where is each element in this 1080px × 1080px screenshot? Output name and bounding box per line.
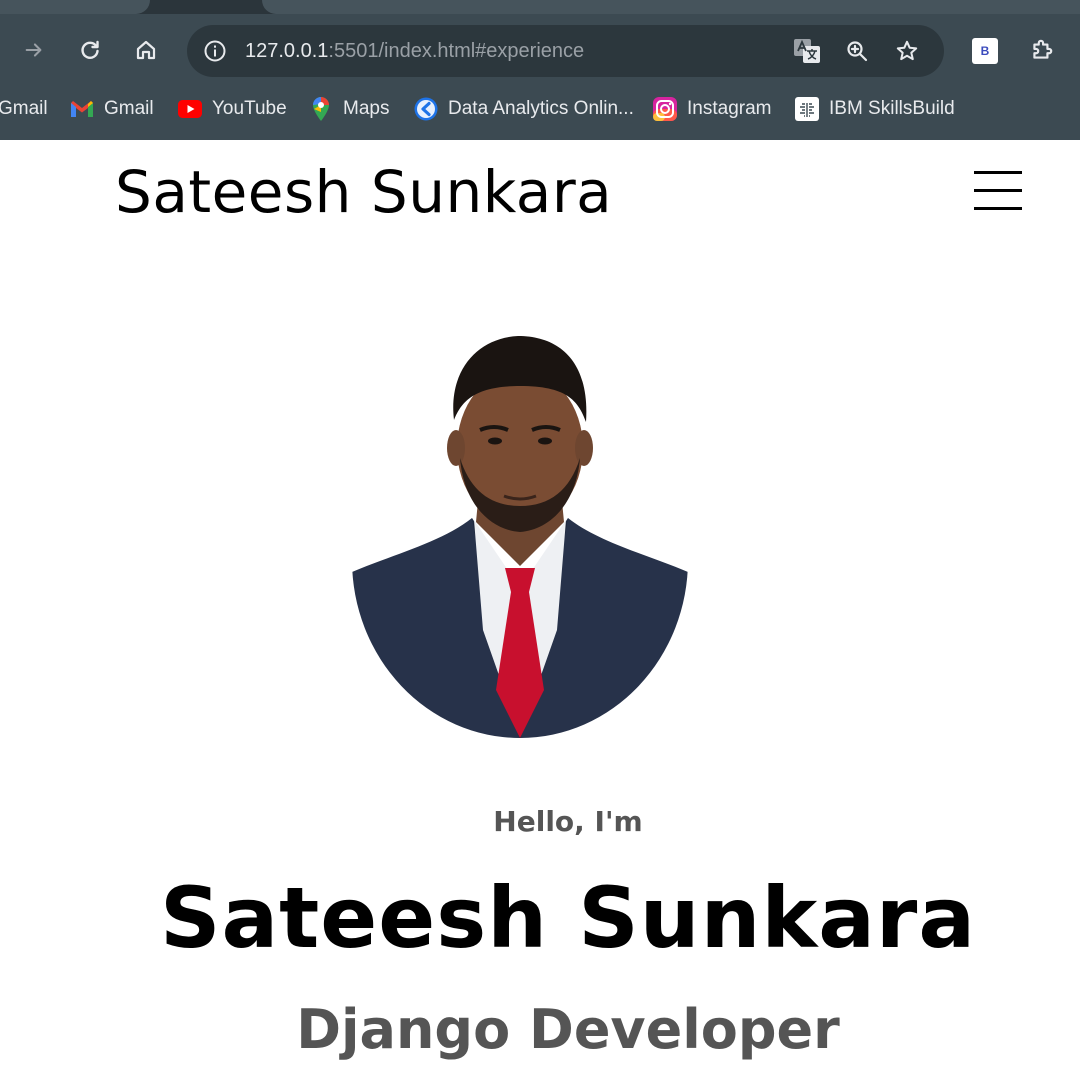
hamburger-menu-button[interactable] (974, 171, 1022, 211)
bookmark-label: Instagram (687, 98, 772, 119)
bookmark-label: Data Analytics Onlin... (448, 98, 634, 119)
bookmark-gmail-partial[interactable]: Gmail (0, 90, 48, 128)
reload-button[interactable] (70, 30, 110, 70)
bookmark-ibm-skillsbuild[interactable]: IBM SkillsBuild (795, 90, 955, 128)
maps-icon (309, 97, 333, 121)
bookmark-gmail[interactable]: Gmail (70, 90, 154, 128)
bookmark-maps[interactable]: Maps (309, 90, 389, 128)
greeting-text: Hello, I'm (493, 805, 643, 838)
bookmark-label: Gmail (104, 98, 154, 119)
home-icon (136, 40, 156, 60)
extension-b-icon[interactable]: B (972, 38, 998, 64)
bookmark-instagram[interactable]: Instagram (653, 90, 771, 128)
data-analytics-icon (414, 97, 438, 121)
bookmark-youtube[interactable]: YouTube (178, 90, 287, 128)
tab-strip (0, 0, 1080, 14)
hamburger-line (974, 207, 1022, 210)
youtube-icon (178, 97, 202, 121)
browser-chrome: 127.0.0.1:5501/index.html#experience B G… (0, 0, 1080, 140)
bookmarks-bar: Gmail Gmail YouTube Maps Data Analytics … (0, 90, 1080, 128)
puzzle-icon (1033, 39, 1053, 59)
translate-icon[interactable] (791, 35, 823, 67)
extensions-button[interactable] (1022, 30, 1062, 70)
role-title: Django Developer (296, 998, 840, 1061)
arrow-right-icon (25, 43, 42, 57)
hamburger-line (974, 171, 1022, 174)
url-path: :5501/index.html#experience (328, 40, 585, 62)
zoom-icon[interactable] (841, 35, 873, 67)
site-logo-name[interactable]: Sateesh Sunkara (115, 152, 612, 232)
bookmark-label: Maps (343, 98, 390, 119)
profile-photo (352, 336, 688, 738)
bookmark-data-analytics[interactable]: Data Analytics Onlin... (414, 90, 634, 128)
hero-name-heading: Sateesh Sunkara (159, 869, 977, 967)
bookmark-label: Gmail (0, 98, 48, 119)
bookmark-label: YouTube (212, 98, 287, 119)
browser-tab[interactable] (0, 0, 150, 14)
gmail-icon (70, 97, 94, 121)
forward-button[interactable] (14, 30, 54, 70)
ibm-skillsbuild-icon (795, 97, 819, 121)
hamburger-line (974, 189, 1022, 192)
instagram-icon (653, 97, 677, 121)
url-text[interactable]: 127.0.0.1:5501/index.html#experience (245, 38, 584, 64)
home-button[interactable] (126, 30, 166, 70)
bookmark-star-icon[interactable] (891, 35, 923, 67)
reload-icon (81, 40, 99, 59)
bookmark-label: IBM SkillsBuild (829, 98, 955, 119)
address-bar[interactable]: 127.0.0.1:5501/index.html#experience (187, 25, 944, 77)
browser-tab-active[interactable] (262, 0, 1080, 14)
site-info-icon[interactable] (199, 35, 231, 67)
url-host: 127.0.0.1 (245, 40, 329, 62)
